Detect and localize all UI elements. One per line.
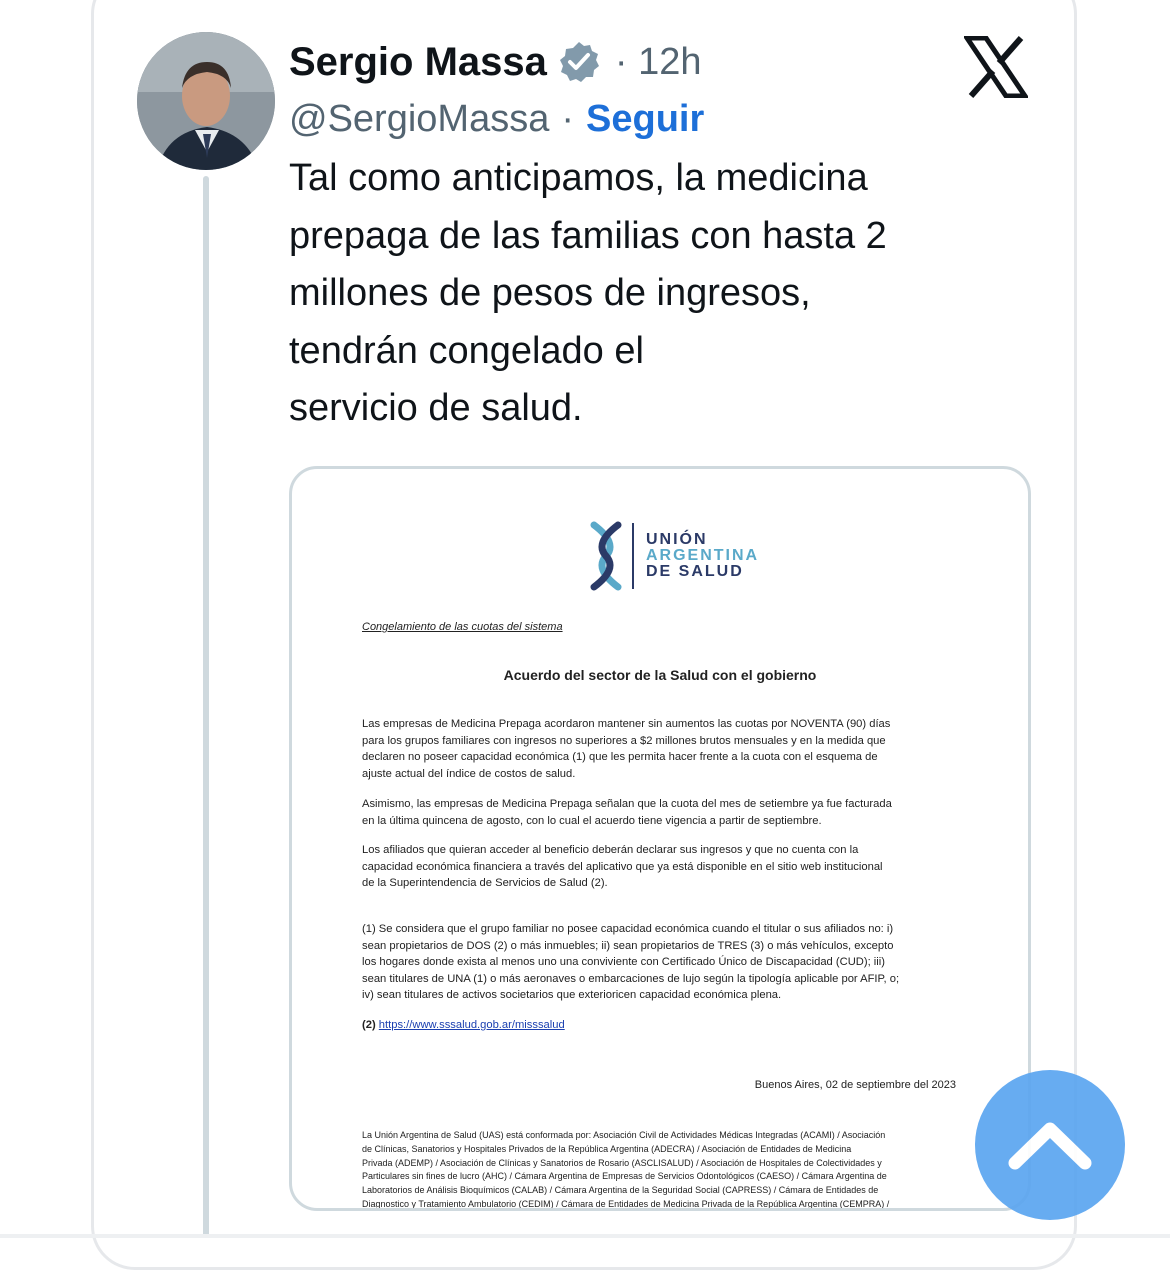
- thread-line: [203, 176, 209, 1238]
- tweet-line: millones de pesos de ingresos,: [289, 272, 811, 314]
- doc-line: capacidad económica financiera a través …: [362, 860, 883, 873]
- author-handle[interactable]: @SergioMassa: [289, 98, 549, 141]
- tweet-media-image[interactable]: UNIÓN ARGENTINA DE SALUD Congelamiento d…: [289, 466, 1031, 1211]
- verified-badge-icon: [557, 40, 601, 84]
- doc-line: de la Superintendencia de Servicios de S…: [362, 877, 608, 889]
- x-logo-icon[interactable]: [964, 36, 1028, 98]
- document-fine-print: La Unión Argentina de Salud (UAS) está c…: [362, 1129, 960, 1209]
- handle-line: @SergioMassa · Seguir: [289, 94, 704, 144]
- doc-line: iv) sean titulares de activos societario…: [362, 989, 782, 1001]
- doc-line: Particulares sin fines de lucro (AHC) / …: [362, 1171, 887, 1182]
- document-paragraph: Asimismo, las empresas de Medicina Prepa…: [362, 796, 960, 829]
- scroll-to-top-button[interactable]: [975, 1070, 1125, 1220]
- chevron-up-icon: [1008, 1122, 1092, 1170]
- bottom-divider: [0, 1234, 1170, 1238]
- doc-line: Privada (ADEMP) / Asociación de Clínicas…: [362, 1157, 882, 1168]
- document-paragraph: Las empresas de Medicina Prepaga acordar…: [362, 716, 960, 782]
- tweet-line: tendrán congelado el: [289, 329, 644, 372]
- doc-line: Los afiliados que quieran acceder al ben…: [362, 844, 859, 856]
- tweet-header: Sergio Massa · 12h: [289, 34, 702, 90]
- doc-line: (1) Se considera que el grupo familiar n…: [362, 923, 894, 935]
- document-footnote: (1) Se considera que el grupo familiar n…: [362, 921, 960, 1004]
- tweet-text: Tal como anticipamos, la medicina prepag…: [289, 150, 1029, 438]
- document-subtitle: Congelamiento de las cuotas del sistema: [362, 621, 563, 633]
- note-number: (2): [362, 1019, 376, 1031]
- dna-logo-icon: [590, 521, 622, 591]
- doc-line: sean titulares de UNA (1) o más aeronave…: [362, 972, 900, 985]
- tweet-line: Tal como anticipamos, la medicina: [289, 157, 868, 199]
- uas-logo: UNIÓN ARGENTINA DE SALUD: [590, 521, 759, 591]
- doc-line: ajuste actual del índice de costos de sa…: [362, 767, 576, 780]
- author-name[interactable]: Sergio Massa: [289, 40, 547, 85]
- document-date: Buenos Aires, 02 de septiembre del 2023: [754, 1079, 956, 1091]
- doc-line: La Unión Argentina de Salud (UAS) está c…: [362, 1130, 886, 1140]
- logo-line: DE SALUD: [646, 563, 744, 580]
- document-image: UNIÓN ARGENTINA DE SALUD Congelamiento d…: [292, 469, 1028, 1208]
- separator-dot: ·: [561, 97, 574, 140]
- document-footnote-2: (2) https://www.sssalud.gob.ar/misssalud: [362, 1017, 960, 1034]
- doc-line: Las empresas de Medicina Prepaga acordar…: [362, 718, 891, 730]
- logo-divider: [632, 523, 634, 589]
- doc-line: sean propietarios de DOS (2) o más inmue…: [362, 939, 894, 952]
- doc-line: para los grupos familiares con ingresos …: [362, 734, 886, 747]
- doc-line: Laboratorios de Análisis Bioquímicos (CA…: [362, 1185, 879, 1196]
- follow-button[interactable]: Seguir: [586, 98, 704, 141]
- doc-line: los hogares donde exista al menos uno un…: [362, 956, 885, 968]
- document-title: Acuerdo del sector de la Salud con el go…: [503, 667, 817, 683]
- logo-line: ARGENTINA: [646, 547, 760, 564]
- tweet-line: servicio de salud.: [289, 387, 583, 429]
- doc-line: de Clínicas, Sanatorios y Hospitales Pri…: [362, 1143, 852, 1154]
- doc-line: en la última quincena de agosto, con lo …: [362, 814, 822, 827]
- tweet-time[interactable]: · 12h: [615, 41, 702, 84]
- sssalud-link: https://www.sssalud.gob.ar/misssalud: [378, 1019, 565, 1031]
- logo-line: UNIÓN: [646, 531, 708, 548]
- doc-line: declaren no poseer capacidad económica (…: [362, 751, 878, 763]
- doc-line: Asimismo, las empresas de Medicina Prepa…: [362, 798, 892, 810]
- avatar[interactable]: [137, 32, 275, 170]
- logo-text: UNIÓN ARGENTINA DE SALUD: [646, 532, 759, 580]
- tweet-line: prepaga de las familias con hasta 2: [289, 214, 887, 257]
- document-paragraph: Los afiliados que quieran acceder al ben…: [362, 842, 960, 892]
- doc-line: Diagnostico y Tratamiento Ambulatorio (C…: [362, 1198, 890, 1209]
